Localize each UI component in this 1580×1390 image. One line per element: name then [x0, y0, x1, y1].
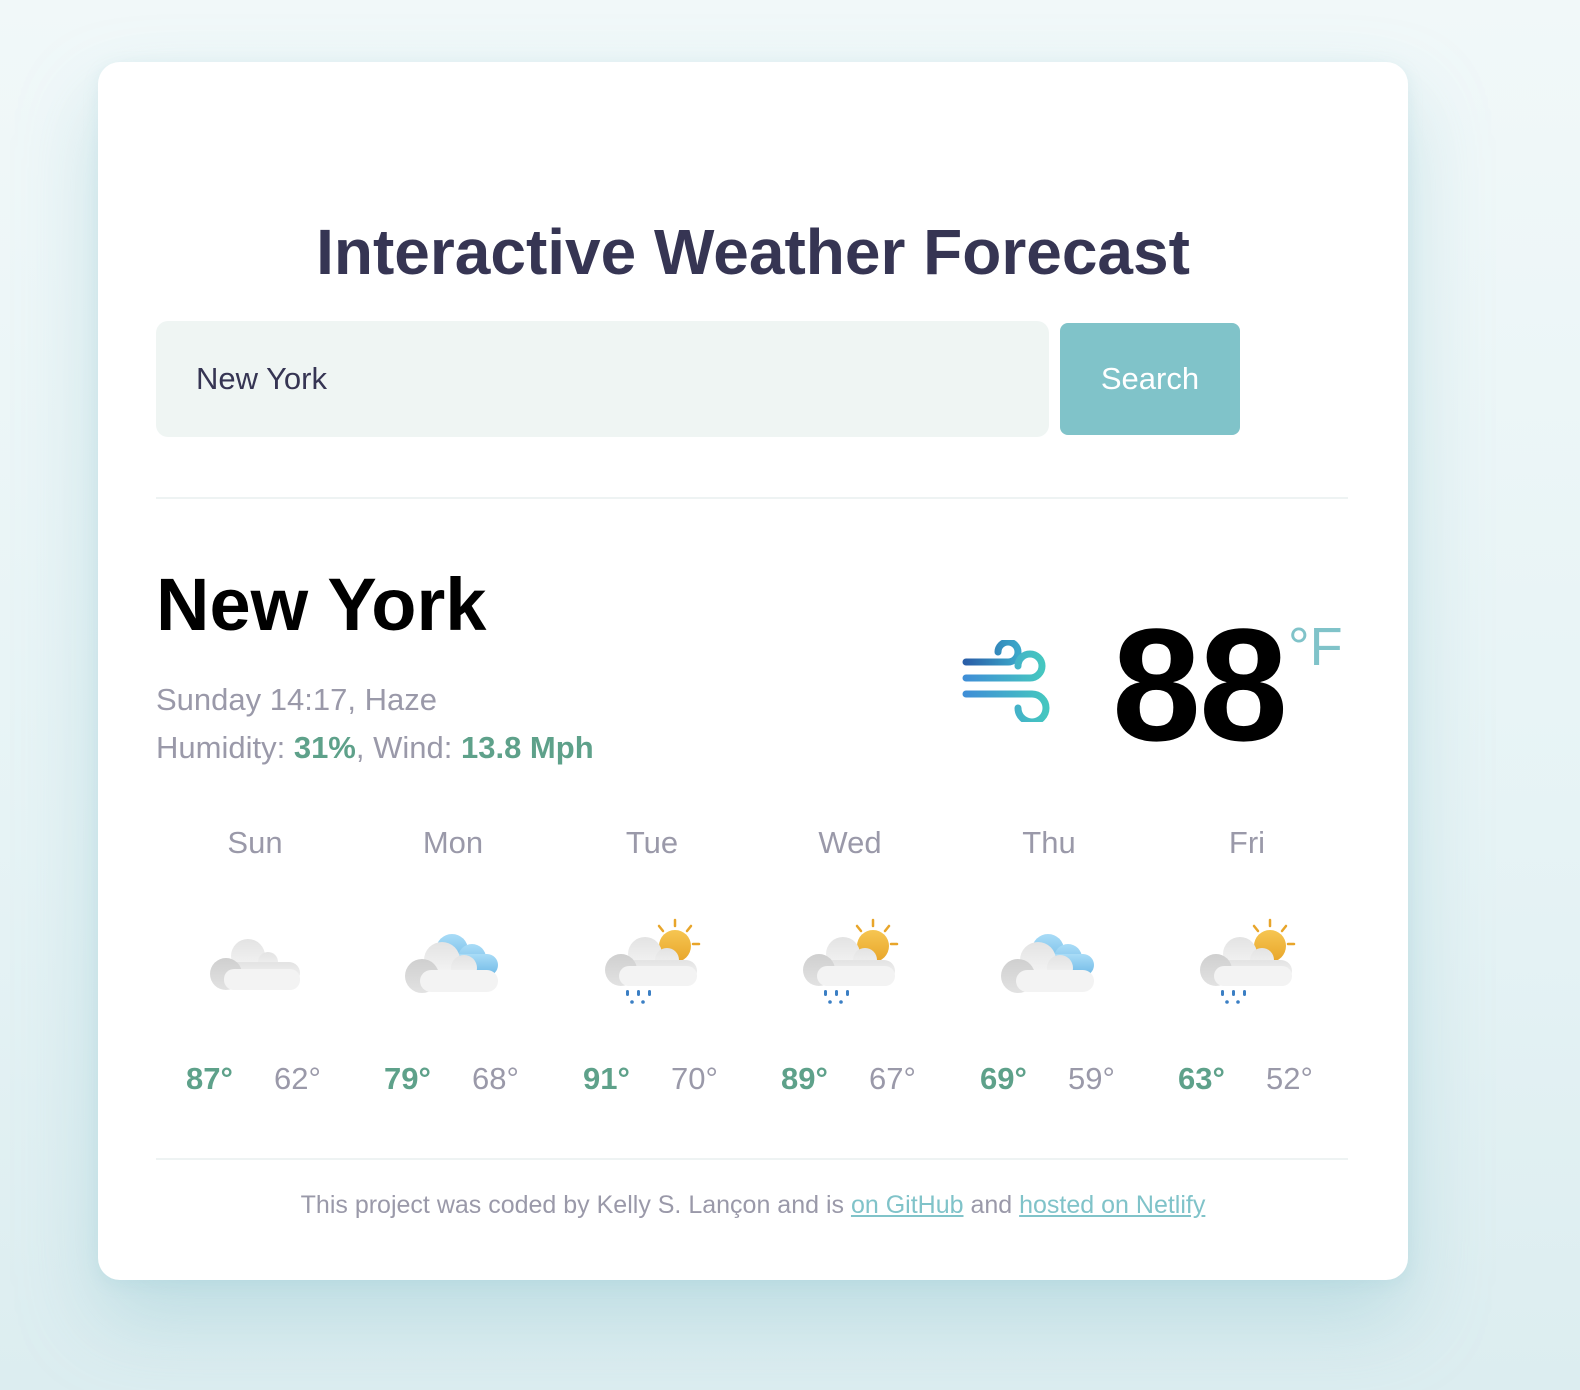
forecast-day-name: Wed	[818, 825, 882, 860]
forecast-high: 69°	[980, 1061, 1027, 1096]
wind-value: 13.8 Mph	[460, 730, 594, 765]
forecast-low: 52°	[1266, 1061, 1313, 1096]
current-temperature: 88	[1112, 595, 1288, 774]
forecast-day: Thu 69° 59°	[950, 822, 1148, 1112]
date-condition: Sunday 14:17, Haze	[156, 682, 437, 717]
humidity-label: Humidity:	[156, 730, 286, 765]
humidity-wind: Humidity: 31%, Wind: 13.8 Mph	[156, 730, 594, 765]
sun-rain-icon	[1194, 914, 1300, 1008]
forecast-high: 63°	[1178, 1061, 1225, 1096]
temperature-unit-toggle[interactable]: °F	[1288, 612, 1343, 682]
forecast-day-name: Tue	[625, 825, 679, 860]
wind-label: Wind:	[373, 730, 453, 765]
cloud-blue-icon	[400, 914, 506, 1008]
forecast-day: Sun 87° 62°	[156, 822, 354, 1112]
forecast-low: 59°	[1068, 1061, 1115, 1096]
forecast-low: 68°	[472, 1061, 519, 1096]
forecast-day-name: Thu	[1022, 825, 1076, 860]
forecast-high: 89°	[781, 1061, 828, 1096]
date-time: Sunday 14:17	[156, 682, 348, 717]
forecast-day-name: Mon	[422, 825, 484, 860]
wind-icon	[960, 640, 1052, 722]
netlify-link[interactable]: hosted on Netlify	[1019, 1191, 1205, 1219]
humidity-value: 31%	[293, 730, 356, 765]
divider	[156, 497, 1348, 499]
divider	[156, 1158, 1348, 1160]
forecast-day: Tue 91° 70°	[553, 822, 751, 1112]
sun-rain-icon	[599, 914, 705, 1008]
forecast-high: 91°	[583, 1061, 630, 1096]
forecast-day: Mon 79° 68°	[354, 822, 552, 1112]
forecast-day: Fri 63° 52°	[1148, 822, 1346, 1112]
forecast-row: Sun 87° 62° Mon 79° 68° Tue 91° 70° Wed	[156, 822, 1348, 1112]
current-city: New York	[156, 563, 487, 646]
forecast-low: 70°	[671, 1061, 718, 1096]
city-search-input[interactable]	[156, 321, 1049, 437]
search-button[interactable]: Search	[1060, 323, 1240, 435]
sun-rain-icon	[797, 914, 903, 1008]
forecast-low: 67°	[869, 1061, 916, 1096]
page-title: Interactive Weather Forecast	[316, 216, 1190, 288]
weather-card: Interactive Weather Forecast Search New …	[98, 62, 1408, 1280]
forecast-day-name: Sun	[227, 825, 283, 860]
forecast-high: 79°	[384, 1061, 431, 1096]
footer-text: and	[963, 1191, 1020, 1219]
cloud-blue-icon	[996, 914, 1102, 1008]
forecast-high: 87°	[186, 1061, 233, 1096]
footer-text: This project was coded by Kelly S. Lanço…	[300, 1191, 851, 1219]
cloud-icon	[202, 914, 308, 1008]
footer: This project was coded by Kelly S. Lanço…	[98, 1187, 1408, 1223]
forecast-day: Wed 89° 67°	[751, 822, 949, 1112]
condition: Haze	[364, 682, 437, 717]
forecast-low: 62°	[274, 1061, 321, 1096]
github-link[interactable]: on GitHub	[851, 1191, 964, 1219]
forecast-day-name: Fri	[1228, 825, 1266, 860]
